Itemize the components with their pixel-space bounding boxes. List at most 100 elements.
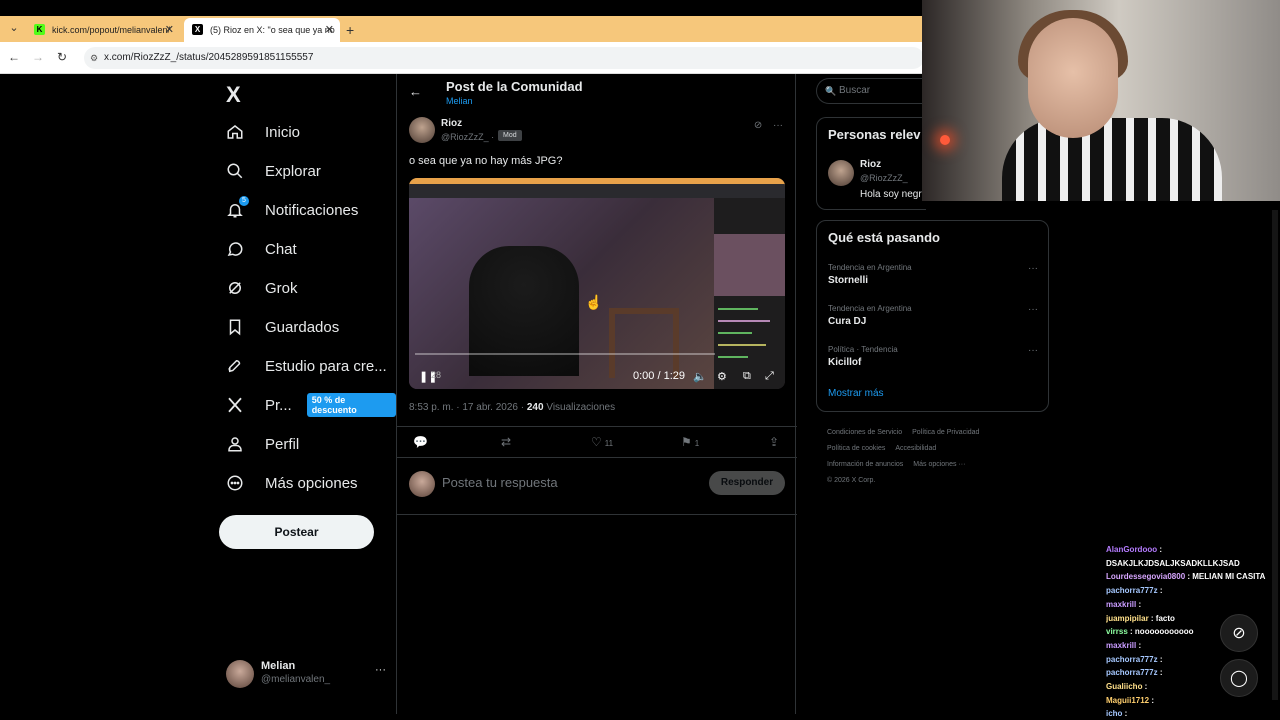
person-name[interactable]: Rioz bbox=[860, 159, 881, 170]
person-handle[interactable]: @RiozZzZ_ bbox=[860, 173, 908, 183]
chat-username[interactable]: AlanGordooo bbox=[1106, 545, 1159, 554]
video-progress-bar[interactable] bbox=[415, 353, 715, 355]
nav-item-guardados[interactable]: Guardados bbox=[226, 309, 339, 345]
back-arrow-icon[interactable]: ← bbox=[6, 50, 22, 64]
chat-username[interactable]: virrss bbox=[1106, 627, 1130, 636]
reply-button[interactable]: Responder bbox=[709, 471, 785, 495]
repost-icon[interactable]: ⇄ bbox=[501, 435, 511, 449]
grok-icon[interactable]: ⊘ bbox=[754, 120, 762, 131]
grok-icon[interactable]: ⊘ bbox=[1220, 614, 1258, 652]
chat-username[interactable]: icho bbox=[1106, 709, 1125, 718]
nav-item-grok[interactable]: Grok bbox=[226, 270, 298, 306]
settings-icon[interactable]: ⚙ bbox=[717, 370, 727, 383]
post-button[interactable]: Postear bbox=[219, 515, 374, 549]
more-dots-icon[interactable]: ··· bbox=[1028, 345, 1038, 356]
bookmark-button[interactable]: ⚑ 1 bbox=[681, 435, 699, 449]
avatar[interactable] bbox=[828, 160, 854, 186]
back-arrow-icon[interactable]: ← bbox=[409, 84, 422, 99]
nav-item-mas-opciones[interactable]: Más opciones bbox=[226, 465, 358, 501]
post-meta: 8:53 p. m. · 17 abr. 2026 · 240 Visualiz… bbox=[409, 402, 615, 413]
forward-arrow-icon[interactable]: → bbox=[30, 50, 46, 64]
webcam-face bbox=[1028, 18, 1118, 138]
url-field[interactable]: ⚙ x.com/RiozZzZ_/status/2045289591851155… bbox=[84, 47, 924, 69]
notification-badge: 5 bbox=[239, 196, 249, 206]
search-input[interactable]: 🔍 Buscar bbox=[816, 78, 926, 104]
video-controls: ❚❚ 28 0:00 / 1:29 🔈 ⚙ ⧉ ⤢ bbox=[409, 368, 785, 388]
nav-label: Inicio bbox=[265, 123, 301, 141]
avatar[interactable] bbox=[409, 117, 435, 143]
chat-username[interactable]: maxkrill bbox=[1106, 641, 1138, 650]
chat-username[interactable]: Maguii1712 bbox=[1106, 696, 1151, 705]
show-more-link[interactable]: Mostrar más bbox=[828, 388, 884, 399]
nav-item-premium[interactable]: Pr... 50 % de descuento bbox=[226, 387, 396, 423]
nav-item-perfil[interactable]: Perfil bbox=[226, 426, 299, 462]
reload-icon[interactable]: ↻ bbox=[54, 50, 70, 64]
chat-text: : bbox=[1159, 668, 1163, 678]
promo-badge[interactable]: 50 % de descuento bbox=[306, 393, 396, 417]
tab-title: (5) Rioz en X: "o sea que ya no bbox=[210, 25, 335, 35]
browser-tab-x[interactable]: X (5) Rioz en X: "o sea que ya no ✕ bbox=[184, 18, 340, 42]
share-icon[interactable]: ⇪ bbox=[769, 435, 779, 449]
x-icon bbox=[226, 396, 244, 414]
chat-icon bbox=[226, 240, 244, 258]
reply-input[interactable]: Postea tu respuesta bbox=[442, 475, 558, 490]
chat-username[interactable]: pachorra777z bbox=[1106, 586, 1160, 595]
chat-username[interactable]: Gualiicho bbox=[1106, 682, 1145, 691]
tab-close-icon[interactable]: ✕ bbox=[165, 18, 174, 42]
trend-category: Tendencia en Argentina bbox=[828, 304, 912, 313]
post-actions: 💬 ⇄ ♡ 11 ⚑ 1 ⇪ bbox=[397, 426, 797, 458]
more-dots-icon[interactable]: ··· bbox=[1028, 263, 1038, 274]
video-frame-browser bbox=[409, 178, 785, 198]
footer-link[interactable]: Información de anuncios bbox=[827, 461, 903, 468]
volume-icon[interactable]: 🔈 bbox=[693, 370, 707, 383]
chat-text: : bbox=[1159, 654, 1163, 664]
community-link[interactable]: Melian bbox=[446, 96, 473, 106]
post-timestamp[interactable]: 8:53 p. m. · 17 abr. 2026 · bbox=[409, 402, 524, 413]
fullscreen-icon[interactable]: ⤢ bbox=[765, 370, 774, 383]
footer-link[interactable]: Más opciones ··· bbox=[913, 461, 965, 468]
footer-link[interactable]: Política de cookies bbox=[827, 445, 885, 452]
reply-icon[interactable]: 💬 bbox=[413, 435, 428, 449]
nav-label: Guardados bbox=[265, 318, 340, 336]
nav-item-estudio[interactable]: Estudio para cre... bbox=[226, 348, 387, 384]
trend-name[interactable]: Stornelli bbox=[828, 275, 868, 286]
chat-username[interactable]: pachorra777z bbox=[1106, 655, 1160, 664]
like-button[interactable]: ♡ 11 bbox=[591, 435, 613, 449]
footer-link[interactable]: Accesibilidad bbox=[895, 445, 936, 452]
nav-item-explorar[interactable]: Explorar bbox=[226, 153, 321, 189]
more-dots-icon[interactable]: ··· bbox=[773, 120, 783, 131]
chat-username[interactable]: maxkrill bbox=[1106, 600, 1138, 609]
x-logo-icon[interactable]: X bbox=[226, 82, 241, 108]
nav-item-chat[interactable]: Chat bbox=[226, 231, 297, 267]
video-player[interactable]: ❚❚ 28 0:00 / 1:29 🔈 ⚙ ⧉ ⤢ ☝ bbox=[409, 178, 785, 389]
nav-item-notificaciones[interactable]: 5 Notificaciones bbox=[226, 192, 358, 228]
video-time: 0:00 / 1:29 bbox=[633, 370, 685, 382]
tab-title: kick.com/popout/melianvalen/ bbox=[52, 25, 171, 35]
tab-search-icon[interactable]: ⌄ bbox=[6, 20, 22, 36]
nav-item-inicio[interactable]: Inicio bbox=[226, 114, 300, 150]
author-handle[interactable]: @RiozZzZ_ · bbox=[441, 132, 494, 142]
account-switcher[interactable]: Melian @melianvalen_ ··· bbox=[226, 658, 386, 692]
chat-username[interactable]: juampipilar bbox=[1106, 614, 1151, 623]
more-dots-icon[interactable]: ··· bbox=[1028, 304, 1038, 315]
chat-username[interactable]: pachorra777z bbox=[1106, 668, 1160, 677]
bookmark-icon bbox=[226, 318, 244, 336]
author-name[interactable]: Rioz bbox=[441, 118, 462, 129]
more-dots-icon[interactable]: ··· bbox=[375, 664, 386, 676]
footer-link[interactable]: Condiciones de Servicio bbox=[827, 429, 902, 436]
scrollbar[interactable] bbox=[1272, 210, 1278, 700]
pip-icon[interactable]: ⧉ bbox=[743, 370, 751, 383]
chat-text: : bbox=[1151, 695, 1155, 705]
avatar bbox=[226, 660, 254, 688]
site-info-icon[interactable]: ⚙ bbox=[90, 47, 98, 69]
footer-link[interactable]: Política de Privacidad bbox=[912, 429, 979, 436]
footer-links: Condiciones de Servicio Política de Priva… bbox=[827, 425, 1042, 489]
tab-close-icon[interactable]: ✕ bbox=[325, 18, 334, 42]
chat-icon[interactable]: ◯ bbox=[1220, 659, 1258, 697]
chat-username[interactable]: Lourdessegovia0800 bbox=[1106, 572, 1187, 581]
browser-tab-kick[interactable]: K kick.com/popout/melianvalen/ ✕ bbox=[26, 18, 180, 42]
chat-message: Lourdessegovia0800 : MELIAN MI CASITA bbox=[1106, 570, 1280, 584]
new-tab-button[interactable]: + bbox=[346, 18, 354, 42]
trend-name[interactable]: Cura DJ bbox=[828, 316, 866, 327]
trend-name[interactable]: Kicillof bbox=[828, 357, 861, 368]
